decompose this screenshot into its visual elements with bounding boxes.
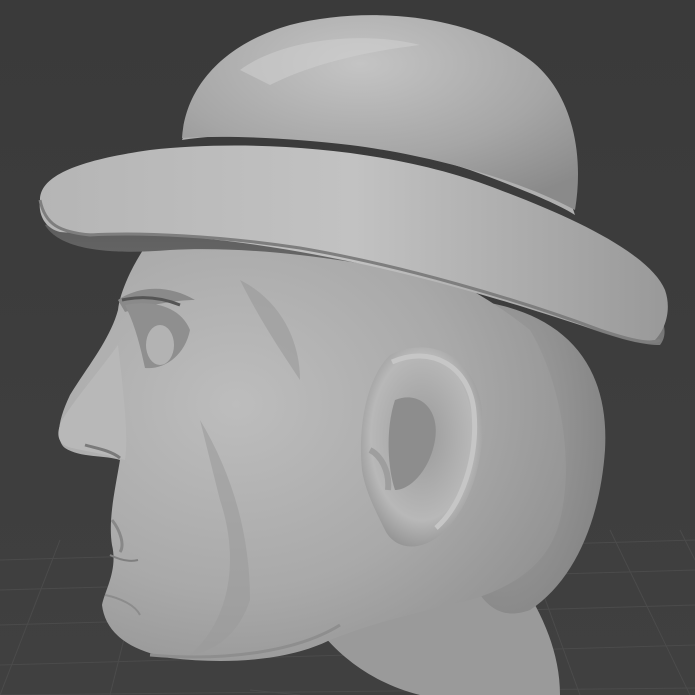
viewport-canvas[interactable] xyxy=(0,0,695,695)
3d-viewport[interactable] xyxy=(0,0,695,695)
eyelid xyxy=(146,325,174,365)
